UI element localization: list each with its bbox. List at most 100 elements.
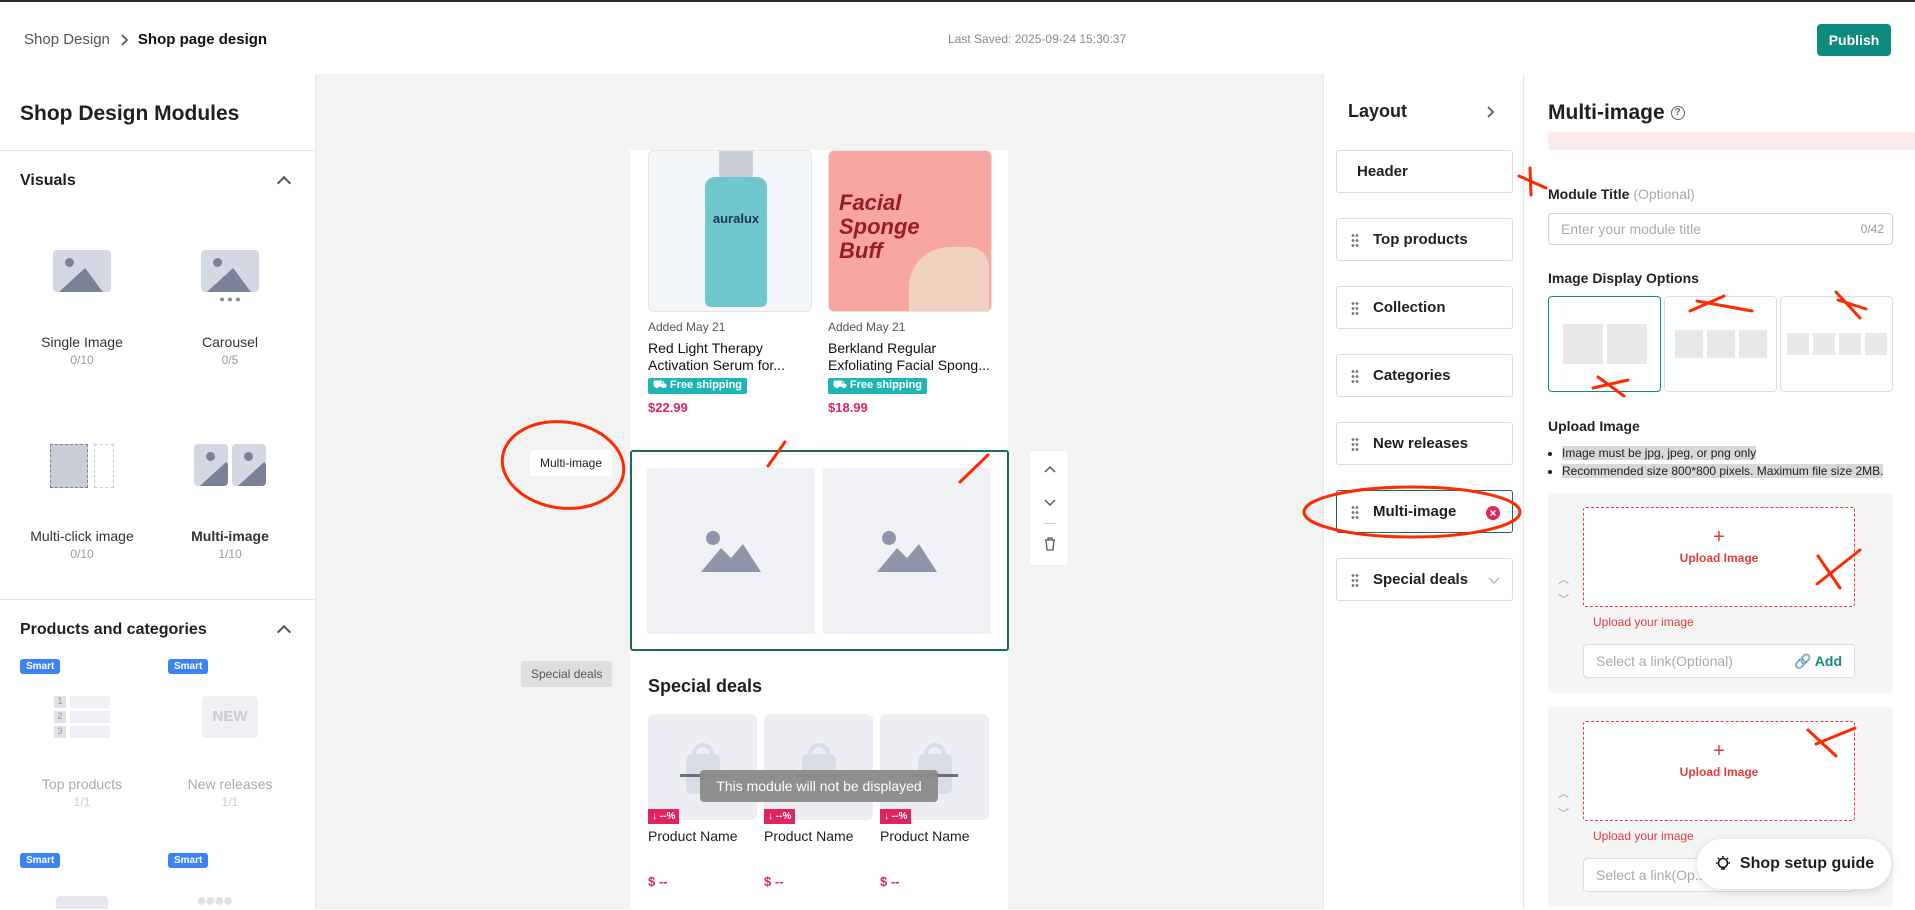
chevron-down-icon[interactable] xyxy=(1044,499,1056,507)
multi-image-module[interactable] xyxy=(630,450,1009,651)
remove-icon[interactable] xyxy=(1486,506,1500,520)
module-single-image[interactable]: Single Image 0/10 xyxy=(17,250,147,367)
deal-price: $ -- xyxy=(880,874,900,889)
multi-image-icon xyxy=(194,444,266,486)
add-link-button[interactable]: 🔗 Add xyxy=(1794,653,1842,670)
module-title-input[interactable]: Enter your module title 0/42 xyxy=(1548,213,1893,245)
module-top-products[interactable]: 1 2 3 Top products 1/1 xyxy=(17,696,147,809)
layout-item-label: Collection xyxy=(1373,299,1446,316)
module-title-label: Module Title (Optional) xyxy=(1548,186,1695,202)
deal-price: $ -- xyxy=(764,874,784,889)
module-name: Multi-image xyxy=(191,528,269,544)
layout-item-label: New releases xyxy=(1373,435,1469,452)
upload-hint: Upload your image xyxy=(1593,615,1694,629)
image-icon xyxy=(53,250,111,292)
warning-bar xyxy=(1548,132,1915,150)
upload-image-button[interactable]: + Upload Image xyxy=(1583,507,1855,607)
display-option-2[interactable] xyxy=(1548,296,1661,392)
chevron-down-icon[interactable]: ﹀ xyxy=(1558,591,1569,607)
char-counter: 0/42 xyxy=(1860,222,1884,236)
breadcrumb-parent[interactable]: Shop Design xyxy=(24,31,110,48)
module-count: 1/10 xyxy=(218,547,242,561)
product-price: $18.99 xyxy=(828,400,868,415)
drag-handle-icon[interactable] xyxy=(1351,436,1359,451)
upload-requirements: Image must be jpg, jpeg, or png only Rec… xyxy=(1548,444,1884,480)
drag-handle-icon[interactable] xyxy=(1351,232,1359,247)
layout-item-special-deals[interactable]: Special deals xyxy=(1336,558,1513,601)
chevron-up-icon[interactable] xyxy=(276,624,292,640)
layout-item-label: Top products xyxy=(1373,231,1468,248)
layout-item-categories[interactable]: Categories xyxy=(1336,354,1513,397)
module-new-releases[interactable]: NEW New releases 1/1 xyxy=(165,696,295,809)
module-name: Single Image xyxy=(41,334,123,350)
module-multi-click-image[interactable]: Multi-click image 0/10 xyxy=(17,444,147,561)
drag-handle-icon[interactable] xyxy=(1351,504,1359,519)
module-count: 1/1 xyxy=(221,795,239,809)
truck-icon: ⛟ xyxy=(833,379,850,391)
discount-badge: ↓ --% xyxy=(880,809,912,824)
upload-hint: Upload your image xyxy=(1593,829,1694,843)
chevron-up-icon[interactable] xyxy=(1044,465,1056,473)
display-option-3[interactable] xyxy=(1664,296,1777,392)
carousel-dots-icon: ● ● ● xyxy=(219,294,241,304)
display-option-4[interactable] xyxy=(1780,296,1893,392)
layout-item-label: Header xyxy=(1357,163,1408,180)
module-count: 0/10 xyxy=(70,547,94,561)
module-name: New releases xyxy=(187,776,273,792)
help-icon[interactable]: ? xyxy=(1670,106,1685,121)
upload-slot: ︿ ﹀ + Upload Image Upload your image Sele… xyxy=(1548,493,1893,693)
layout-item-top-products[interactable]: Top products xyxy=(1336,218,1513,261)
drag-handle-icon[interactable] xyxy=(1351,300,1359,315)
products-section-title: Products and categories xyxy=(20,621,207,638)
drag-handle-icon[interactable] xyxy=(1351,368,1359,383)
deal-name: Product Name xyxy=(648,828,738,844)
carousel-icon xyxy=(201,250,259,292)
deal-name: Product Name xyxy=(764,828,854,844)
drag-handle-icon[interactable] xyxy=(1351,572,1359,587)
layout-panel: Layout Header Top products Collection Ca… xyxy=(1323,74,1523,909)
chevron-down-icon[interactable] xyxy=(1488,577,1500,585)
module-count: 0/10 xyxy=(70,353,94,367)
deal-image: ↓ --% xyxy=(648,714,757,824)
link-select[interactable]: Select a link(Optional) 🔗 Add xyxy=(1583,644,1855,678)
deal-image: ↓ --% xyxy=(880,714,989,824)
chevron-right-icon[interactable] xyxy=(1486,106,1494,118)
layout-item-collection[interactable]: Collection xyxy=(1336,286,1513,329)
module-name: Multi-click image xyxy=(30,528,134,544)
module-carousel[interactable]: ● ● ● Carousel 0/5 xyxy=(165,250,295,367)
smart-badge: Smart xyxy=(20,659,61,674)
layout-item-new-releases[interactable]: New releases xyxy=(1336,422,1513,465)
chevron-up-icon[interactable]: ︿ xyxy=(1558,785,1569,801)
breadcrumb: Shop Design Shop page design xyxy=(24,31,267,48)
truck-icon: ⛟ xyxy=(653,379,670,391)
layout-title: Layout xyxy=(1348,101,1408,121)
smart-badge: Smart xyxy=(20,853,61,868)
product-image: auralux xyxy=(648,150,812,312)
upload-image-button[interactable]: + Upload Image xyxy=(1583,721,1855,821)
multi-click-image-icon xyxy=(50,444,114,488)
visuals-section-title: Visuals xyxy=(20,172,76,189)
modules-panel: Shop Design Modules Visuals Single Image… xyxy=(0,74,316,909)
module-name: Top products xyxy=(41,776,123,792)
special-deals-title: Special deals xyxy=(648,676,763,696)
layout-item-header[interactable]: Header xyxy=(1336,150,1513,193)
shop-setup-guide-button[interactable]: Shop setup guide xyxy=(1697,839,1891,889)
trash-icon[interactable] xyxy=(1044,537,1056,551)
layout-item-multi-image[interactable]: Multi-image xyxy=(1336,490,1513,533)
module-count: 1/1 xyxy=(73,795,91,809)
product-card[interactable]: Facial Sponge Buff Added May 21 Berkland… xyxy=(828,150,992,415)
discount-badge: ↓ --% xyxy=(648,809,680,824)
product-title: Red Light Therapy Activation Serum for..… xyxy=(648,340,785,373)
product-card[interactable]: auralux Added May 21 Red Light Therapy A… xyxy=(648,150,812,415)
product-price: $22.99 xyxy=(648,400,688,415)
publish-button[interactable]: Publish xyxy=(1817,24,1891,56)
chevron-down-icon[interactable]: ﹀ xyxy=(1558,805,1569,821)
module-multi-image[interactable]: Multi-image 1/10 xyxy=(165,444,295,561)
multi-image-tag: Multi-image xyxy=(530,450,613,476)
chevron-up-icon[interactable] xyxy=(276,175,292,191)
layout-item-label: Special deals xyxy=(1373,571,1469,588)
special-deals-tag: Special deals xyxy=(521,661,613,687)
chevron-up-icon[interactable]: ︿ xyxy=(1558,571,1569,587)
deal-image: ↓ --% xyxy=(764,714,873,824)
added-date: Added May 21 xyxy=(648,320,726,334)
